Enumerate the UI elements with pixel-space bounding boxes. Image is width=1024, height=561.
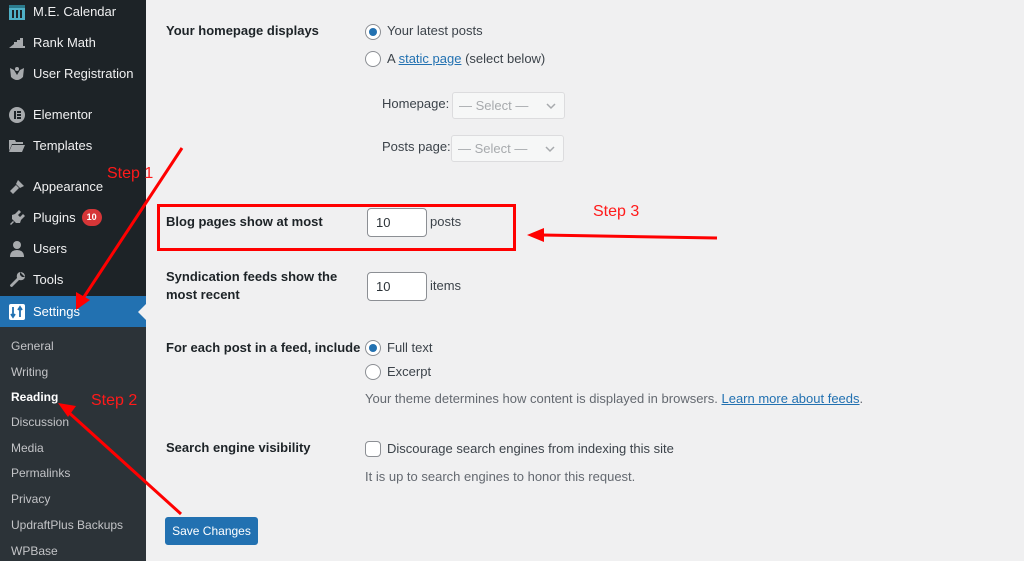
learn-more-feeds-link[interactable]: Learn more about feeds	[721, 391, 859, 406]
sidebar-item-label: Templates	[33, 138, 93, 153]
sidebar-item-user-registration[interactable]: User Registration	[0, 58, 146, 89]
sidebar-item-label: M.E. Calendar	[33, 4, 117, 19]
homepage-select-label: Homepage:	[382, 96, 450, 111]
settings-submenu: General Writing Reading Discussion Media…	[0, 327, 146, 561]
discourage-search-label[interactable]: Discourage search engines from indexing …	[387, 440, 674, 458]
homepage-displays-label: Your homepage displays	[166, 23, 319, 38]
posts-page-select-value: — Select —	[458, 141, 528, 156]
sidebar-item-elementor[interactable]: Elementor	[0, 99, 146, 130]
sidebar-item-rank-math[interactable]: Rank Math	[0, 27, 146, 58]
latest-posts-label[interactable]: Your latest posts	[387, 22, 483, 40]
sidebar-item-settings[interactable]: Settings	[0, 296, 146, 327]
sidebar-item-label: Tools	[33, 272, 64, 287]
step3-highlight-box	[157, 204, 516, 251]
search-visibility-description: It is up to search engines to honor this…	[365, 469, 636, 484]
search-visibility-label: Search engine visibility	[166, 440, 311, 455]
folder-icon	[7, 136, 27, 156]
sidebar-item-templates[interactable]: Templates	[0, 130, 146, 161]
active-menu-pointer	[138, 303, 146, 320]
homepage-select[interactable]: — Select —	[452, 92, 565, 119]
static-page-radio[interactable]	[365, 51, 381, 67]
sidebar-item-label: Rank Math	[33, 35, 96, 50]
sidebar-item-plugins[interactable]: Plugins 10	[0, 202, 146, 233]
reading-settings-form: Your homepage displays Your latest posts…	[146, 0, 1024, 561]
sidebar-item-users[interactable]: Users	[0, 233, 146, 264]
submenu-item-media[interactable]: Media	[11, 438, 44, 458]
calendar-icon	[7, 2, 27, 22]
feed-include-label: For each post in a feed, include	[166, 340, 361, 355]
excerpt-label[interactable]: Excerpt	[387, 363, 431, 381]
submenu-item-reading[interactable]: Reading	[11, 387, 58, 407]
feed-items-input[interactable]: 10	[367, 272, 427, 301]
feed-description: Your theme determines how content is dis…	[365, 391, 863, 406]
posts-page-select-label: Posts page:	[382, 139, 451, 154]
full-text-radio[interactable]	[365, 340, 381, 356]
submenu-item-permalinks[interactable]: Permalinks	[11, 463, 70, 483]
full-text-label[interactable]: Full text	[387, 339, 433, 357]
chevron-down-icon	[546, 103, 556, 110]
elementor-icon	[7, 105, 27, 125]
step3-label: Step 3	[593, 203, 640, 220]
plugin-icon	[7, 208, 27, 228]
syndication-label-line1: Syndication feeds show the	[166, 269, 338, 284]
submenu-item-updraftplus-backups[interactable]: UpdraftPlus Backups	[11, 515, 123, 535]
sidebar-item-me-calendar[interactable]: M.E. Calendar	[0, 0, 146, 27]
excerpt-radio[interactable]	[365, 364, 381, 380]
posts-page-select[interactable]: — Select —	[451, 135, 564, 162]
save-changes-button[interactable]: Save Changes	[165, 517, 258, 545]
sidebar-item-label: Settings	[33, 304, 80, 319]
sidebar-item-label: Users	[33, 241, 67, 256]
user-registration-icon	[7, 64, 27, 84]
items-unit-label: items	[430, 278, 462, 293]
admin-sidebar: M.E. Calendar Rank Math User Registratio…	[0, 0, 146, 561]
homepage-select-value: — Select —	[459, 98, 529, 113]
sidebar-item-label: Plugins	[33, 210, 76, 225]
discourage-search-checkbox[interactable]	[365, 441, 381, 457]
submenu-item-writing[interactable]: Writing	[11, 362, 48, 382]
paintbrush-icon	[7, 177, 27, 197]
chevron-down-icon	[545, 146, 555, 153]
static-page-label[interactable]: A static page (select below)	[387, 50, 545, 68]
sidebar-item-label: Appearance	[33, 179, 104, 194]
settings-icon	[7, 302, 27, 322]
feed-description-suffix: .	[859, 391, 864, 406]
chart-icon	[7, 33, 27, 53]
static-page-suffix: (select below)	[461, 51, 546, 66]
step2-label: Step 2	[91, 392, 138, 409]
feed-description-text: Your theme determines how content is dis…	[365, 391, 722, 406]
plugins-update-badge: 10	[81, 209, 102, 226]
syndication-label: Syndication feeds show the most recent	[166, 268, 337, 304]
sidebar-item-label: User Registration	[33, 66, 134, 81]
submenu-item-general[interactable]: General	[11, 336, 54, 356]
static-page-prefix: A	[387, 51, 399, 66]
static-page-link[interactable]: static page	[399, 51, 462, 66]
submenu-item-privacy[interactable]: Privacy	[11, 489, 50, 509]
syndication-label-line2: most recent	[166, 287, 240, 302]
submenu-item-wpbase[interactable]: WPBase	[11, 541, 58, 561]
sidebar-item-label: Elementor	[33, 107, 93, 122]
sidebar-item-tools[interactable]: Tools	[0, 264, 146, 295]
latest-posts-radio[interactable]	[365, 24, 381, 40]
wrench-icon	[7, 270, 27, 290]
user-icon	[7, 239, 27, 259]
submenu-item-discussion[interactable]: Discussion	[11, 412, 69, 432]
step1-label: Step 1	[107, 165, 154, 182]
